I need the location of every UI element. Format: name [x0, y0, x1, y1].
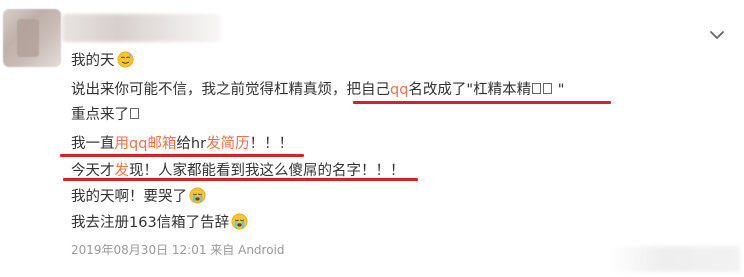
highlight-text: qq: [390, 82, 409, 98]
box-glyph: [532, 83, 542, 94]
box-glyph: [543, 83, 553, 94]
post-text: ": [553, 82, 565, 98]
crying-emoji-icon: [231, 213, 248, 230]
post-line-1: 我的天: [71, 51, 134, 71]
username-blurred[interactable]: [62, 14, 220, 42]
box-glyph: [130, 108, 139, 119]
post-line-2: 说出来你可能不信，我之前觉得杠精真烦，把自己qq名改成了"杠精本精 ": [71, 80, 564, 100]
post-text: ！！！: [249, 136, 294, 152]
post-text: 重点来了: [71, 107, 129, 123]
post-line-3: 重点来了: [71, 105, 140, 125]
watermark: [610, 246, 740, 272]
highlight-text: 发简历: [206, 136, 250, 152]
post-text: 我的天: [71, 53, 115, 69]
highlight-text: 用qq邮箱: [114, 136, 177, 152]
red-underline: [63, 178, 418, 181]
red-underline: [60, 154, 304, 157]
post-text: 我的天啊！要哭了: [71, 189, 187, 205]
post-text: 我去注册163信箱了告辞: [71, 215, 230, 231]
post-text: 名改成了"杠精本精: [408, 82, 532, 98]
post-line-4: 我一直用qq邮箱给hr发简历！！！: [71, 134, 293, 154]
avatar[interactable]: [3, 9, 61, 67]
post-text: 我一直: [71, 136, 115, 152]
awkward-emoji-icon: [117, 51, 133, 68]
post-meta[interactable]: 2019年08月30日 12:01 来自 Android: [71, 241, 285, 258]
crying-emoji-icon: [189, 187, 206, 204]
chevron-down-icon: [710, 31, 724, 39]
red-underline: [353, 101, 611, 104]
post-text: 现！人家都能看到我这么傻屌的名字！！！: [129, 163, 405, 179]
post-text: 今天才: [71, 163, 115, 179]
post-text: 说出来你可能不信，我之前觉得杠精真烦，把自己: [71, 82, 390, 98]
post-line-7: 我去注册163信箱了告辞: [71, 213, 248, 233]
post-line-6: 我的天啊！要哭了: [71, 187, 206, 207]
highlight-text: 发: [114, 163, 130, 179]
post-menu-button[interactable]: [705, 25, 729, 45]
post-text: 给hr: [176, 136, 207, 152]
